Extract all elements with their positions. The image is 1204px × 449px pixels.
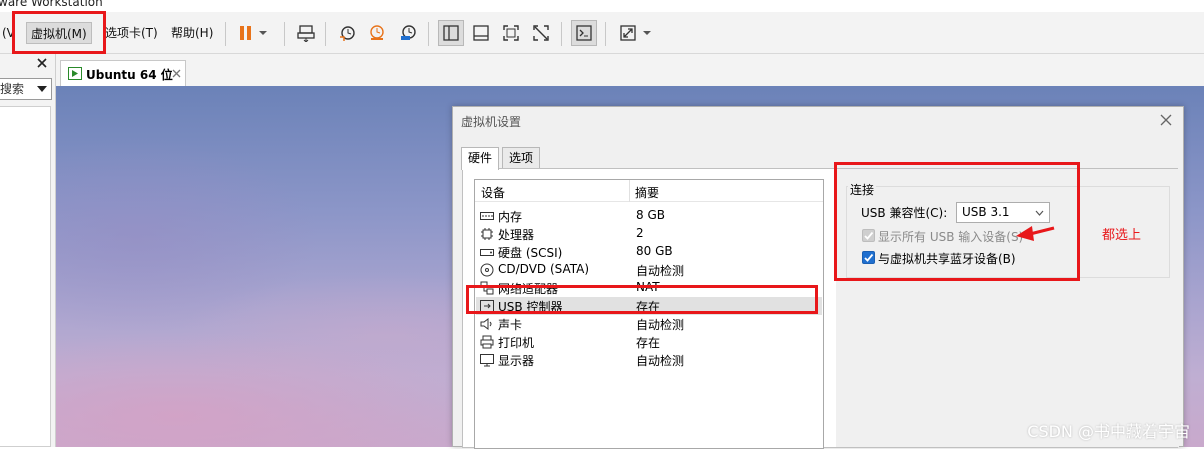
- library-panel: 搜索: [0, 54, 56, 447]
- device-name: 打印机: [498, 336, 535, 350]
- device-summary: 2: [636, 226, 644, 240]
- keyboard-icon: [297, 25, 315, 42]
- vm-icon: [68, 67, 82, 80]
- snapshot-button[interactable]: [334, 20, 360, 46]
- sidebar-icon: [443, 25, 459, 41]
- menu-toolbar: (V 虚拟机(M) 选项卡(T) 帮助(H): [0, 12, 1204, 54]
- table-row[interactable]: CD/DVD (SATA) 自动检测: [476, 261, 822, 279]
- header-summary: 摘要: [635, 186, 660, 200]
- thumbnail-bar-button[interactable]: [468, 20, 494, 46]
- device-name: CD/DVD (SATA): [498, 262, 590, 276]
- device-name: 硬盘 (SCSI): [498, 246, 563, 260]
- send-ctrl-alt-del-button[interactable]: [293, 20, 319, 46]
- window-title: ware Workstation: [0, 0, 103, 9]
- window-title-bar: ware Workstation: [0, 0, 1204, 12]
- watermark: CSDN @书中藏着宇宙: [1027, 422, 1190, 441]
- device-name: 处理器: [498, 228, 535, 242]
- revert-icon: [370, 25, 384, 40]
- sound-icon: [480, 318, 492, 330]
- highlight-usb-row: [466, 285, 818, 314]
- unity-icon: [533, 25, 549, 41]
- tab-ubuntu[interactable]: Ubuntu 64 位: [60, 60, 186, 86]
- stretch-button[interactable]: [615, 20, 641, 46]
- power-dropdown[interactable]: [256, 20, 270, 46]
- printer-icon: [480, 335, 494, 349]
- device-summary: 自动检测: [636, 318, 685, 332]
- thumbnail-bar-icon: [473, 25, 489, 41]
- table-row[interactable]: 内存 8 GB: [476, 207, 822, 225]
- device-summary: 80 GB: [636, 244, 673, 258]
- device-summary: 自动检测: [636, 354, 685, 368]
- tab-options[interactable]: 选项: [502, 147, 541, 169]
- console-view-button[interactable]: [571, 20, 597, 46]
- tab-label: Ubuntu 64 位: [86, 68, 173, 82]
- toolbar-separator: [225, 22, 226, 46]
- stretch-dropdown[interactable]: [640, 20, 654, 46]
- display-icon: [480, 354, 494, 367]
- memory-icon: [480, 212, 494, 220]
- library-tree[interactable]: [0, 106, 51, 447]
- device-name: 内存: [498, 210, 523, 224]
- snapshot-manager-button[interactable]: [395, 20, 421, 46]
- menu-help[interactable]: 帮助(H): [167, 22, 217, 44]
- table-row[interactable]: 硬盘 (SCSI) 80 GB: [476, 243, 822, 261]
- header-device: 设备: [481, 186, 506, 200]
- device-list-header: 设备 摘要: [475, 180, 823, 202]
- cd-dvd-icon: [480, 263, 494, 277]
- tab-hardware[interactable]: 硬件: [461, 147, 500, 170]
- snapshot-icon: [340, 26, 355, 41]
- toolbar-separator: [428, 22, 429, 46]
- toolbar-separator: [605, 22, 606, 46]
- terminal-icon: [576, 25, 592, 41]
- table-row[interactable]: 处理器 2: [476, 225, 822, 243]
- harddisk-icon: [480, 249, 494, 256]
- device-name: 显示器: [498, 354, 535, 368]
- menu-tabs[interactable]: 选项卡(T): [101, 22, 162, 44]
- library-search-placeholder: 搜索: [0, 82, 25, 96]
- full-screen-icon: [503, 25, 519, 41]
- device-summary: 存在: [636, 336, 661, 350]
- table-row[interactable]: 显示器 自动检测: [476, 351, 822, 369]
- pause-icon: [240, 26, 251, 40]
- snapshot-manager-icon: [401, 25, 416, 40]
- show-library-button[interactable]: [438, 20, 464, 46]
- dialog-title: 虚拟机设置: [461, 115, 522, 129]
- arrow-icon: [1016, 226, 1055, 241]
- close-tab-icon[interactable]: [172, 69, 181, 78]
- toolbar-separator: [284, 22, 285, 46]
- chevron-down-icon[interactable]: [37, 86, 47, 92]
- close-library-icon[interactable]: [37, 58, 47, 68]
- device-summary: 8 GB: [636, 208, 665, 222]
- library-search-input[interactable]: 搜索: [0, 78, 52, 100]
- annotation-text: 都选上: [1102, 228, 1142, 243]
- device-list[interactable]: 设备 摘要 内存 8 GB 处理器 2 硬盘 (SCSI) 80 GB CD/D…: [474, 179, 824, 449]
- unity-button[interactable]: [528, 20, 554, 46]
- close-icon[interactable]: [1157, 111, 1175, 129]
- revert-snapshot-button[interactable]: [364, 20, 390, 46]
- highlight-vm-menu: [12, 11, 106, 54]
- table-row[interactable]: 打印机 存在: [476, 333, 822, 351]
- chevron-down-icon: [643, 31, 651, 35]
- stretch-icon: [620, 25, 636, 41]
- table-row[interactable]: 声卡 自动检测: [476, 315, 822, 333]
- full-screen-button[interactable]: [498, 20, 524, 46]
- device-summary: 自动检测: [636, 264, 685, 278]
- cpu-icon: [481, 228, 493, 240]
- tab-strip: Ubuntu 64 位: [56, 54, 1204, 86]
- chevron-down-icon: [259, 31, 267, 35]
- toolbar-separator: [561, 22, 562, 46]
- device-name: 声卡: [498, 318, 523, 332]
- toolbar-separator: [325, 22, 326, 46]
